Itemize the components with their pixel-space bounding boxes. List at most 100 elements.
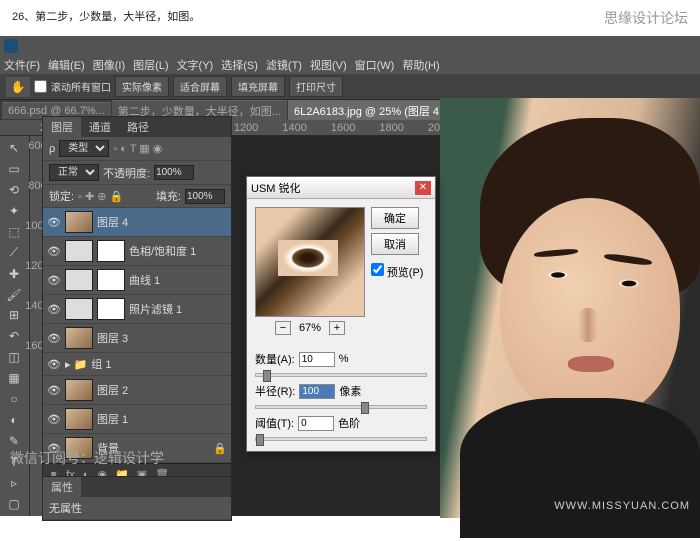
menu-window[interactable]: 窗口(W) bbox=[355, 57, 395, 73]
mask-thumb bbox=[97, 240, 125, 262]
history-brush-icon[interactable]: ↶ bbox=[2, 326, 26, 346]
props-empty: 无属性 bbox=[49, 500, 82, 516]
layers-panel: 图层 通道 路径 ρ 类型 ▫ ◐ T ▦ ◉ 正常 不透明度: 锁定: ▫ ✚… bbox=[42, 116, 232, 486]
wand-tool-icon[interactable]: ✦ bbox=[2, 201, 26, 221]
menu-layer[interactable]: 图层(L) bbox=[133, 57, 168, 73]
opacity-input[interactable] bbox=[154, 165, 194, 180]
visibility-icon[interactable]: 👁 bbox=[47, 215, 61, 229]
filter-icons[interactable]: ▫ ◐ T ▦ ◉ bbox=[113, 142, 162, 155]
layer-thumb bbox=[65, 269, 93, 291]
kind-select[interactable]: 类型 bbox=[59, 140, 109, 157]
eyedropper-tool-icon[interactable]: ⟋ bbox=[2, 243, 26, 263]
forum-name: 思缘设计论坛 bbox=[604, 8, 688, 28]
visibility-icon[interactable]: 👁 bbox=[47, 412, 61, 426]
lasso-tool-icon[interactable]: ⟲ bbox=[2, 180, 26, 200]
radius-label: 半径(R): bbox=[255, 383, 295, 399]
layer-item[interactable]: 👁图层 4 bbox=[43, 208, 231, 237]
visibility-icon[interactable]: 👁 bbox=[47, 273, 61, 287]
brush-tool-icon[interactable]: 🖌 bbox=[2, 285, 26, 305]
menu-file[interactable]: 文件(F) bbox=[4, 57, 40, 73]
tab-layers[interactable]: 图层 bbox=[43, 117, 81, 137]
preview-checkbox-label[interactable]: 预览(P) bbox=[371, 263, 423, 280]
layer-item[interactable]: 👁▸ 📁组 1 bbox=[43, 353, 231, 376]
lock-icons[interactable]: ▫ ✚ ⊕ 🔒 bbox=[78, 190, 123, 203]
lock-icon: 🔒 bbox=[213, 442, 227, 455]
menu-filter[interactable]: 滤镜(T) bbox=[266, 57, 302, 73]
ok-button[interactable]: 确定 bbox=[371, 207, 419, 229]
tab-paths[interactable]: 路径 bbox=[119, 117, 157, 137]
visibility-icon[interactable]: 👁 bbox=[47, 357, 61, 371]
fit-screen-button[interactable]: 适合屏幕 bbox=[173, 76, 227, 97]
menu-image[interactable]: 图像(I) bbox=[93, 57, 125, 73]
options-bar: ✋ 滚动所有窗口 实际像素 适合屏幕 填充屏幕 打印尺寸 bbox=[0, 74, 700, 100]
layer-name: 曲线 1 bbox=[129, 272, 160, 288]
dialog-titlebar[interactable]: USM 锐化 ✕ bbox=[247, 177, 435, 199]
zoom-in-button[interactable]: + bbox=[329, 321, 345, 335]
amount-label: 数量(A): bbox=[255, 351, 295, 367]
crop-tool-icon[interactable]: ⬚ bbox=[2, 222, 26, 242]
fill-label: 填充: bbox=[156, 188, 181, 204]
marquee-tool-icon[interactable]: ▭ bbox=[2, 159, 26, 179]
layer-item[interactable]: 👁图层 1 bbox=[43, 405, 231, 434]
cancel-button[interactable]: 取消 bbox=[371, 233, 419, 255]
layer-item[interactable]: 👁 图层 2 bbox=[43, 376, 231, 405]
menu-view[interactable]: 视图(V) bbox=[310, 57, 347, 73]
blur-tool-icon[interactable]: ○ bbox=[2, 389, 26, 409]
visibility-icon[interactable]: 👁 bbox=[47, 244, 61, 258]
actual-pixels-button[interactable]: 实际像素 bbox=[115, 76, 169, 97]
layer-thumb bbox=[65, 408, 93, 430]
dodge-tool-icon[interactable]: ◐ bbox=[2, 410, 26, 430]
layer-name: 色相/饱和度 1 bbox=[129, 243, 196, 259]
radius-input[interactable] bbox=[299, 384, 335, 399]
path-tool-icon[interactable]: ▹ bbox=[2, 473, 26, 493]
layer-item[interactable]: 👁 图层 3 bbox=[43, 324, 231, 353]
amount-input[interactable] bbox=[299, 352, 335, 367]
heal-tool-icon[interactable]: ✚ bbox=[2, 264, 26, 284]
menu-select[interactable]: 选择(S) bbox=[221, 57, 258, 73]
menu-type[interactable]: 文字(Y) bbox=[177, 57, 214, 73]
kind-label: ρ bbox=[49, 143, 55, 155]
preview-image[interactable] bbox=[255, 207, 365, 317]
stamp-tool-icon[interactable]: ⊞ bbox=[2, 306, 26, 326]
eraser-tool-icon[interactable]: ◫ bbox=[2, 347, 26, 367]
fill-input[interactable] bbox=[185, 189, 225, 204]
usm-sharpen-dialog: USM 锐化 ✕ − 67% + 确定 取消 预览(P) 数量(A): % 半径… bbox=[246, 176, 436, 452]
visibility-icon[interactable]: 👁 bbox=[47, 302, 61, 316]
threshold-slider[interactable] bbox=[255, 437, 427, 441]
layer-name: 图层 2 bbox=[97, 382, 128, 398]
menu-edit[interactable]: 编辑(E) bbox=[48, 57, 85, 73]
layer-item[interactable]: 👁 曲线 1 bbox=[43, 266, 231, 295]
radius-unit: 像素 bbox=[339, 383, 361, 399]
tab-channels[interactable]: 通道 bbox=[81, 117, 119, 137]
layer-name: 图层 3 bbox=[97, 330, 128, 346]
tab-properties[interactable]: 属性 bbox=[43, 477, 81, 497]
visibility-icon[interactable]: 👁 bbox=[47, 331, 61, 345]
blend-mode-select[interactable]: 正常 bbox=[49, 164, 99, 181]
shape-tool-icon[interactable]: ▢ bbox=[2, 494, 26, 514]
menu-help[interactable]: 帮助(H) bbox=[402, 57, 439, 73]
layer-thumb bbox=[65, 240, 93, 262]
watermark-text: 微信订阅号：逻辑设计学 bbox=[10, 448, 164, 468]
move-tool-icon[interactable]: ↖ bbox=[2, 138, 26, 158]
preview-checkbox[interactable] bbox=[371, 263, 384, 276]
properties-panel: 属性 无属性 bbox=[42, 476, 232, 521]
layer-item[interactable]: 👁照片滤镜 1 bbox=[43, 295, 231, 324]
visibility-icon[interactable]: 👁 bbox=[47, 383, 61, 397]
radius-slider[interactable] bbox=[255, 405, 427, 409]
threshold-input[interactable] bbox=[298, 416, 334, 431]
fill-screen-button[interactable]: 填充屏幕 bbox=[231, 76, 285, 97]
print-size-button[interactable]: 打印尺寸 bbox=[289, 76, 343, 97]
opacity-label: 不透明度: bbox=[103, 165, 150, 181]
close-icon[interactable]: ✕ bbox=[415, 181, 431, 195]
layer-list: 👁图层 4 👁 色相/饱和度 1 👁 曲线 1 👁照片滤镜 1 👁 图层 3 👁▸ 📁… bbox=[43, 208, 231, 463]
hand-tool-icon[interactable]: ✋ bbox=[6, 77, 30, 97]
layer-name: 组 1 bbox=[91, 356, 111, 372]
layer-item[interactable]: 👁 色相/饱和度 1 bbox=[43, 237, 231, 266]
gradient-tool-icon[interactable]: ▦ bbox=[2, 368, 26, 388]
scroll-all-checkbox[interactable] bbox=[34, 80, 47, 93]
menubar[interactable]: 文件(F) 编辑(E) 图像(I) 图层(L) 文字(Y) 选择(S) 滤镜(T… bbox=[0, 56, 700, 74]
zoom-value: 67% bbox=[299, 322, 321, 334]
zoom-out-button[interactable]: − bbox=[275, 321, 291, 335]
layer-thumb bbox=[65, 298, 93, 320]
amount-slider[interactable] bbox=[255, 373, 427, 377]
